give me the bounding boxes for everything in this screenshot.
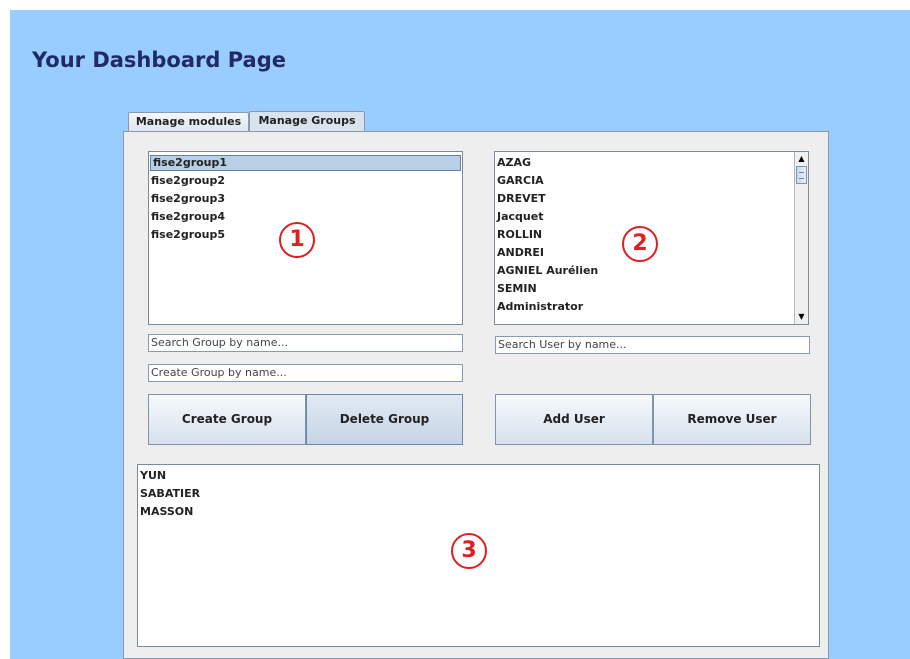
list-item[interactable]: YUN bbox=[138, 467, 819, 485]
list-item[interactable]: AGNIEL Aurélien bbox=[495, 262, 808, 280]
remove-user-button[interactable]: Remove User bbox=[653, 394, 811, 445]
tab-manage-groups[interactable]: Manage Groups bbox=[249, 111, 365, 133]
page-title: Your Dashboard Page bbox=[32, 48, 286, 72]
list-item[interactable]: fise2group2 bbox=[149, 172, 462, 190]
list-item[interactable]: DREVET bbox=[495, 190, 808, 208]
list-item[interactable]: GARCIA bbox=[495, 172, 808, 190]
scroll-down-icon[interactable]: ▼ bbox=[796, 311, 807, 323]
list-item[interactable]: Administrator bbox=[495, 298, 808, 316]
create-group-input[interactable]: Create Group by name... bbox=[148, 364, 463, 382]
create-group-button[interactable]: Create Group bbox=[148, 394, 306, 445]
manage-groups-panel: fise2group1 fise2group2 fise2group3 fise… bbox=[123, 131, 829, 659]
scroll-up-icon[interactable]: ▲ bbox=[796, 153, 807, 165]
tab-manage-modules[interactable]: Manage modules bbox=[128, 112, 249, 132]
list-item[interactable]: MASSON bbox=[138, 503, 819, 521]
annotation-marker-1: 1 bbox=[279, 222, 315, 258]
annotation-marker-3: 3 bbox=[451, 533, 487, 569]
list-item[interactable]: SABATIER bbox=[138, 485, 819, 503]
add-user-button[interactable]: Add User bbox=[495, 394, 653, 445]
list-item[interactable]: AZAG bbox=[495, 154, 808, 172]
scrollbar-thumb[interactable] bbox=[796, 166, 807, 184]
app-window: Your Dashboard Page Manage modules Manag… bbox=[10, 10, 910, 659]
delete-group-button[interactable]: Delete Group bbox=[306, 394, 463, 445]
users-list-scrollbar[interactable]: ▲ ▼ bbox=[794, 152, 808, 324]
annotation-marker-2: 2 bbox=[622, 226, 658, 262]
list-item[interactable]: fise2group1 bbox=[150, 155, 461, 171]
list-item[interactable]: fise2group3 bbox=[149, 190, 462, 208]
groups-list[interactable]: fise2group1 fise2group2 fise2group3 fise… bbox=[148, 151, 463, 325]
list-item[interactable]: Jacquet bbox=[495, 208, 808, 226]
list-item[interactable]: SEMIN bbox=[495, 280, 808, 298]
search-user-input[interactable]: Search User by name... bbox=[495, 336, 810, 354]
search-group-input[interactable]: Search Group by name... bbox=[148, 334, 463, 352]
users-list[interactable]: AZAG GARCIA DREVET Jacquet ROLLIN ANDREI… bbox=[494, 151, 809, 325]
group-members-list[interactable]: YUN SABATIER MASSON 3 bbox=[137, 464, 820, 647]
